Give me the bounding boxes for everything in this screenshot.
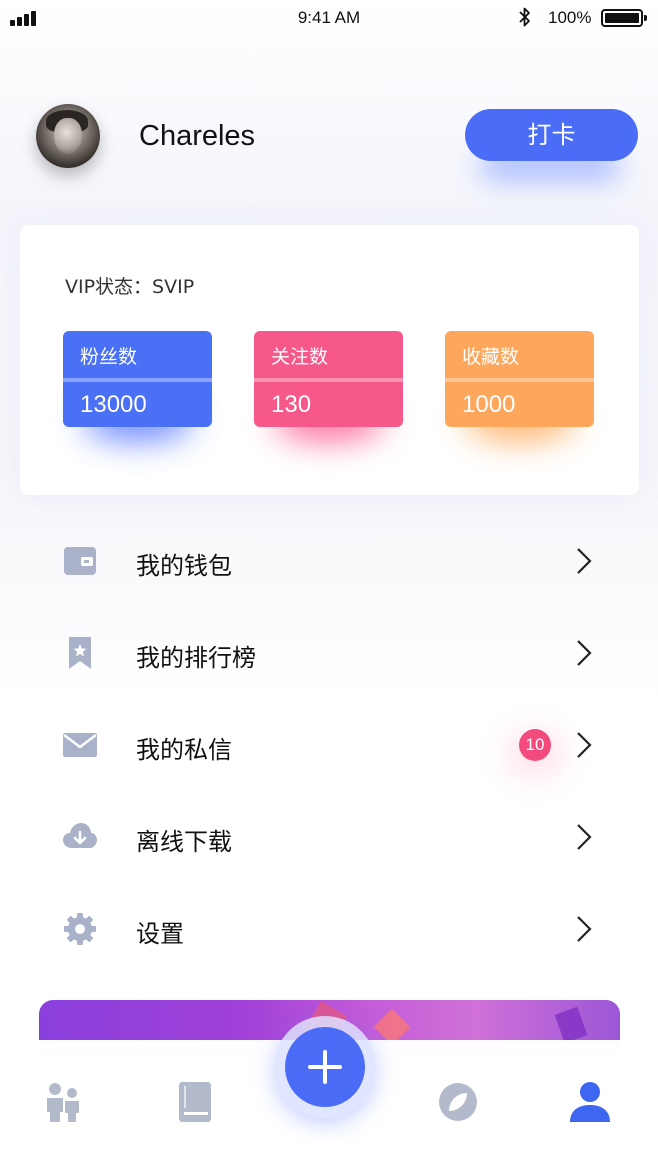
people-icon[interactable] — [44, 1080, 84, 1124]
vip-card: VIP状态：SVIP 粉丝数 13000 关注数 130 收藏数 1000 — [20, 225, 639, 495]
user-icon[interactable] — [570, 1080, 610, 1124]
stat-value: 13000 — [80, 391, 147, 418]
stat-value: 130 — [271, 391, 312, 418]
menu-label: 设置 — [136, 920, 184, 948]
gear-icon — [64, 913, 96, 945]
menu-item-ranking[interactable]: 我的排行榜 — [0, 607, 658, 699]
menu-item-settings[interactable]: 设置 — [0, 883, 658, 975]
chevron-right-icon — [577, 916, 592, 942]
chevron-right-icon — [577, 824, 592, 850]
battery-percent: 100% — [548, 8, 592, 27]
bluetooth-icon — [519, 7, 530, 27]
chevron-right-icon — [577, 548, 592, 574]
wallet-icon — [64, 547, 96, 575]
menu-label: 离线下载 — [136, 828, 232, 856]
chevron-right-icon — [577, 732, 592, 758]
stat-followers[interactable]: 粉丝数 13000 — [63, 331, 212, 441]
menu-label: 我的私信 — [136, 736, 232, 764]
stat-label: 粉丝数 — [80, 346, 138, 368]
avatar[interactable] — [36, 104, 100, 168]
add-button[interactable] — [285, 1027, 365, 1107]
menu-item-messages[interactable]: 我的私信 10 — [0, 699, 658, 791]
stat-label: 收藏数 — [462, 346, 520, 368]
stat-label: 关注数 — [271, 346, 329, 368]
stat-following[interactable]: 关注数 130 — [254, 331, 403, 441]
menu-item-wallet[interactable]: 我的钱包 — [0, 515, 658, 607]
unread-badge: 10 — [519, 729, 551, 761]
cloud-download-icon — [63, 823, 97, 848]
book-icon[interactable] — [175, 1080, 215, 1124]
vip-status: VIP状态：SVIP — [65, 276, 195, 298]
menu-label: 我的排行榜 — [136, 644, 256, 672]
checkin-button[interactable]: 打卡 — [465, 109, 638, 161]
bookmark-star-icon — [69, 637, 91, 669]
mail-icon — [63, 733, 97, 757]
menu-label: 我的钱包 — [136, 552, 232, 580]
chevron-right-icon — [577, 640, 592, 666]
battery-icon — [601, 9, 647, 27]
compass-icon[interactable] — [438, 1080, 478, 1124]
username: Chareles — [139, 120, 256, 152]
menu-item-offline-download[interactable]: 离线下载 — [0, 791, 658, 883]
stat-favorites[interactable]: 收藏数 1000 — [445, 331, 594, 441]
stat-value: 1000 — [462, 391, 516, 418]
status-bar: 9:41 AM 100% — [0, 0, 658, 36]
